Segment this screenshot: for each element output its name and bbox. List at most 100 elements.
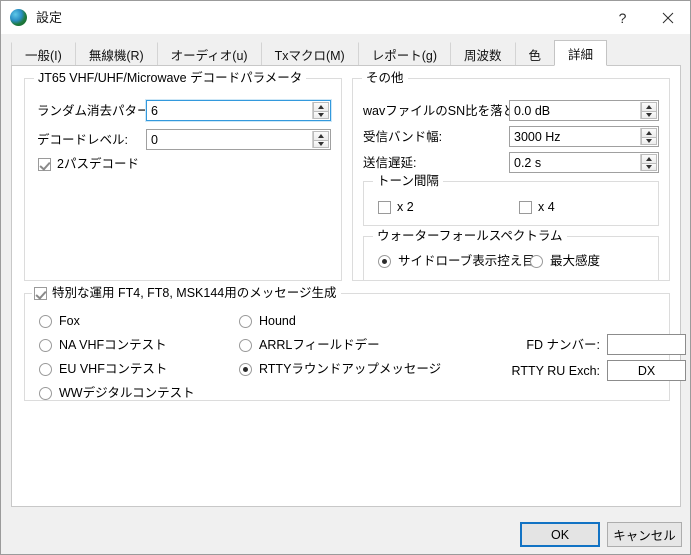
window-title: 設定 bbox=[36, 10, 63, 25]
tab-colors[interactable]: 色 bbox=[514, 42, 556, 66]
radio-label: NA VHFコンテスト bbox=[59, 338, 167, 352]
settings-dialog: 設定 ? 一般(I) 無線機(R) オーディオ(u) Txマクロ(M) レポート… bbox=[0, 0, 691, 555]
wav-snr-degrade-label: wavファイルのSN比を落とす: bbox=[363, 104, 531, 118]
tone-spacing-x2-checkbox[interactable]: x 2 bbox=[378, 200, 414, 214]
random-erasure-value: 6 bbox=[151, 103, 158, 118]
checkbox-box bbox=[519, 200, 532, 214]
radio-na-vhf-contest[interactable]: NA VHFコンテスト bbox=[39, 338, 167, 352]
radio-dot bbox=[239, 362, 252, 376]
spin-up-button[interactable] bbox=[641, 102, 657, 111]
special-operating-activity-checkbox[interactable] bbox=[34, 286, 47, 300]
other-group-legend: その他 bbox=[362, 71, 408, 85]
special-operating-activity-legend[interactable]: 特別な運用 FT4, FT8, MSK144用のメッセージ生成 bbox=[32, 286, 341, 300]
tab-audio[interactable]: オーディオ(u) bbox=[156, 42, 262, 66]
tone-spacing-x2-label: x 2 bbox=[397, 200, 414, 214]
radio-dot bbox=[239, 314, 252, 328]
spin-down-button[interactable] bbox=[641, 136, 657, 145]
spin-up-button[interactable] bbox=[641, 128, 657, 137]
rx-bandwidth-spinbox[interactable]: 3000 Hz bbox=[509, 126, 659, 147]
radio-arrl-field-day[interactable]: ARRLフィールドデー bbox=[239, 338, 380, 352]
chevron-down-icon bbox=[318, 112, 324, 117]
decode-level-spinbox[interactable]: 0 bbox=[146, 129, 331, 150]
radio-label: ARRLフィールドデー bbox=[259, 338, 380, 352]
two-pass-decoding-label: 2パスデコード bbox=[57, 157, 139, 171]
tab-tx-macros[interactable]: Txマクロ(M) bbox=[260, 42, 359, 66]
radio-hound[interactable]: Hound bbox=[239, 314, 296, 328]
tx-delay-spinbox[interactable]: 0.2 s bbox=[509, 152, 659, 173]
chevron-down-icon bbox=[646, 138, 652, 143]
two-pass-decoding-checkbox[interactable]: 2パスデコード bbox=[38, 157, 139, 171]
spin-down-button[interactable] bbox=[641, 162, 657, 171]
checkbox-box bbox=[38, 157, 51, 171]
jt65-group-legend: JT65 VHF/UHF/Microwave デコードパラメータ bbox=[34, 71, 307, 85]
tab-reporting[interactable]: レポート(g) bbox=[357, 42, 451, 66]
decode-level-label: デコードレベル: bbox=[37, 133, 128, 147]
random-erasure-spin-buttons[interactable] bbox=[312, 102, 329, 119]
tab-general[interactable]: 一般(I) bbox=[11, 42, 76, 66]
tx-delay-label: 送信遅延: bbox=[363, 156, 417, 170]
tx-delay-value: 0.2 s bbox=[514, 155, 542, 170]
title-bar: 設定 ? bbox=[1, 1, 690, 34]
chevron-down-icon bbox=[646, 112, 652, 117]
special-operating-activity-group: 特別な運用 FT4, FT8, MSK144用のメッセージ生成 Fox NA V… bbox=[24, 286, 686, 401]
fd-number-label: FD ナンバー: bbox=[526, 338, 600, 352]
tab-advanced[interactable]: 詳細 bbox=[554, 40, 608, 66]
tab-label: 無線機(R) bbox=[88, 49, 144, 63]
radio-label: Hound bbox=[259, 314, 296, 328]
close-button[interactable] bbox=[645, 1, 690, 34]
tab-frequencies[interactable]: 周波数 bbox=[449, 42, 516, 66]
radio-fox[interactable]: Fox bbox=[39, 314, 80, 328]
radio-label: RTTYラウンドアップメッセージ bbox=[259, 362, 442, 376]
tab-label: オーディオ(u) bbox=[170, 49, 248, 63]
tab-label: 詳細 bbox=[568, 47, 594, 62]
spin-up-button[interactable] bbox=[641, 154, 657, 163]
help-button[interactable]: ? bbox=[600, 1, 645, 34]
ok-button[interactable]: OK bbox=[520, 522, 600, 547]
spin-up-button[interactable] bbox=[313, 131, 329, 140]
wav-snr-degrade-value: 0.0 dB bbox=[514, 103, 551, 118]
spin-up-button[interactable] bbox=[313, 102, 329, 111]
close-icon bbox=[662, 12, 673, 23]
waterfall-spectrum-legend: ウォーターフォールスペクトラム bbox=[373, 229, 567, 243]
decode-level-spin-buttons[interactable] bbox=[312, 131, 329, 148]
rtty-ru-exch-field[interactable]: DX bbox=[607, 360, 686, 381]
rtty-ru-exch-label: RTTY RU Exch: bbox=[511, 364, 600, 378]
rx-bandwidth-value: 3000 Hz bbox=[514, 129, 561, 144]
advanced-tab-panel: JT65 VHF/UHF/Microwave デコードパラメータ ランダム消去パ… bbox=[11, 65, 686, 507]
radio-label: WWデジタルコンテスト bbox=[59, 386, 195, 400]
tab-strip: 一般(I) 無線機(R) オーディオ(u) Txマクロ(M) レポート(g) 周… bbox=[11, 40, 608, 66]
radio-dot bbox=[239, 338, 252, 352]
tone-spacing-x4-label: x 4 bbox=[538, 200, 555, 214]
waterfall-max-sensitivity-label: 最大感度 bbox=[550, 254, 601, 268]
radio-eu-vhf-contest[interactable]: EU VHFコンテスト bbox=[39, 362, 167, 376]
radio-dot bbox=[530, 254, 543, 268]
cancel-button[interactable]: キャンセル bbox=[607, 522, 682, 547]
cancel-button-label: キャンセル bbox=[613, 529, 676, 543]
tab-radio[interactable]: 無線機(R) bbox=[74, 42, 158, 66]
rx-bandwidth-spin-buttons[interactable] bbox=[640, 128, 657, 145]
waterfall-max-sensitivity-radio[interactable]: 最大感度 bbox=[530, 254, 600, 268]
waterfall-low-sidelobe-radio[interactable]: サイドローブ表示控え目 bbox=[378, 254, 535, 268]
fd-number-field[interactable] bbox=[607, 334, 686, 355]
tone-spacing-legend: トーン間隔 bbox=[373, 174, 443, 188]
waterfall-low-sidelobe-label: サイドローブ表示控え目 bbox=[398, 254, 535, 268]
random-erasure-spinbox[interactable]: 6 bbox=[145, 99, 332, 122]
rtty-ru-exch-value: DX bbox=[637, 363, 656, 378]
radio-rtty-roundup-message[interactable]: RTTYラウンドアップメッセージ bbox=[239, 362, 441, 376]
radio-dot bbox=[39, 314, 52, 328]
globe-icon bbox=[10, 9, 27, 26]
spin-down-button[interactable] bbox=[313, 110, 329, 119]
radio-dot bbox=[39, 338, 52, 352]
tone-spacing-x4-checkbox[interactable]: x 4 bbox=[519, 200, 555, 214]
tx-delay-spin-buttons[interactable] bbox=[640, 154, 657, 171]
chevron-up-icon bbox=[646, 104, 652, 109]
spin-down-button[interactable] bbox=[313, 139, 329, 148]
radio-ww-digital-contest[interactable]: WWデジタルコンテスト bbox=[39, 386, 195, 400]
waterfall-spectrum-group: ウォーターフォールスペクトラム サイドローブ表示控え目 最大感度 bbox=[363, 229, 659, 281]
wav-snr-spin-buttons[interactable] bbox=[640, 102, 657, 119]
spin-down-button[interactable] bbox=[641, 110, 657, 119]
checkbox-box bbox=[34, 286, 47, 300]
radio-dot bbox=[39, 362, 52, 376]
ok-button-label: OK bbox=[550, 527, 570, 542]
wav-snr-degrade-spinbox[interactable]: 0.0 dB bbox=[509, 100, 659, 121]
